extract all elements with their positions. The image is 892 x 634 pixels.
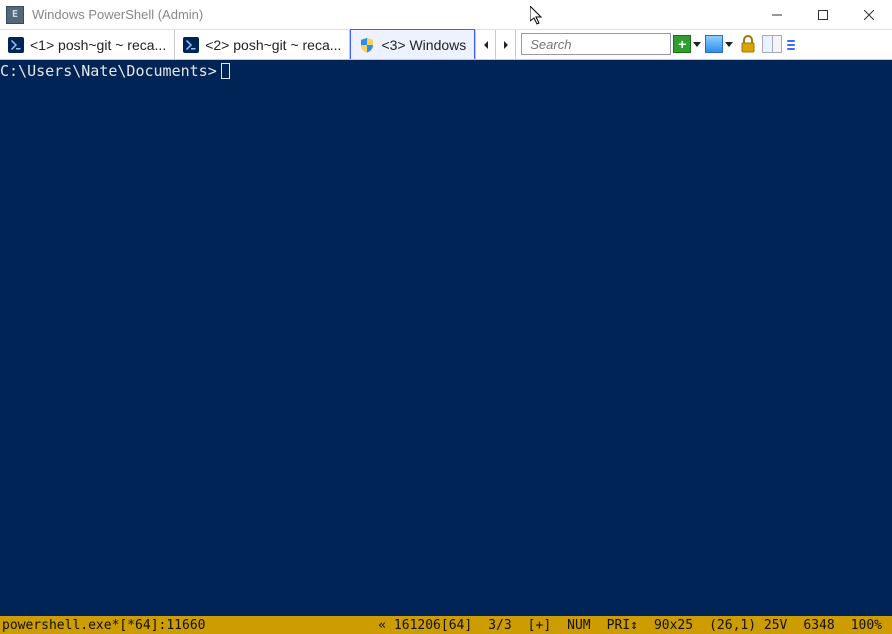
- app-icon: E: [6, 6, 24, 24]
- tab-label: <2> posh~git ~ reca...: [205, 37, 341, 53]
- status-zoom: 100%: [843, 618, 890, 633]
- attach-button[interactable]: [705, 30, 735, 58]
- status-size: 90x25: [646, 618, 701, 633]
- tab-3-active[interactable]: <3> Windows: [350, 29, 475, 59]
- new-tab-button[interactable]: +: [673, 30, 703, 58]
- admin-shield-icon: [359, 37, 375, 53]
- window-title: Windows PowerShell (Admin): [32, 7, 203, 22]
- plus-icon: +: [673, 35, 691, 53]
- maximize-button[interactable]: [800, 0, 846, 30]
- status-plus: [+]: [520, 618, 559, 633]
- chevron-down-icon: [693, 42, 701, 47]
- close-button[interactable]: [846, 0, 892, 30]
- tab-label: <1> posh~git ~ reca...: [30, 37, 166, 53]
- search-input[interactable]: [521, 33, 671, 55]
- status-mem: 6348: [795, 618, 842, 633]
- status-num: NUM: [559, 618, 598, 633]
- lock-icon: [740, 35, 756, 53]
- tab-scroll-left-button[interactable]: [475, 30, 495, 59]
- disk-icon: [705, 35, 723, 53]
- lock-button[interactable]: [737, 30, 759, 58]
- status-build: « 161206[64]: [370, 618, 480, 633]
- tab-label: <3> Windows: [381, 37, 466, 53]
- tab-1[interactable]: <1> posh~git ~ reca...: [0, 30, 175, 59]
- split-view-button[interactable]: [761, 30, 783, 58]
- chevron-down-icon: [725, 42, 733, 47]
- menu-button[interactable]: [783, 30, 797, 59]
- window-titlebar: E Windows PowerShell (Admin): [0, 0, 892, 30]
- status-process: powershell.exe*[*64]:11660: [2, 618, 206, 633]
- status-pri: PRI↕: [599, 618, 646, 633]
- tab-2[interactable]: <2> posh~git ~ reca...: [175, 30, 350, 59]
- tab-scroll-right-button[interactable]: [495, 30, 515, 59]
- minimize-button[interactable]: [754, 0, 800, 30]
- tab-bar: <1> posh~git ~ reca... <2> posh~git ~ re…: [0, 30, 892, 60]
- terminal-cursor: [221, 63, 230, 79]
- terminal-area[interactable]: C:\Users\Nate\Documents>: [0, 60, 892, 616]
- powershell-icon: [183, 37, 199, 53]
- status-cursor: (26,1) 25V: [701, 618, 795, 633]
- powershell-icon: [8, 37, 24, 53]
- status-bar: powershell.exe*[*64]:11660 « 161206[64] …: [0, 616, 892, 634]
- status-index: 3/3: [480, 618, 519, 633]
- prompt-text: C:\Users\Nate\Documents>: [0, 62, 217, 80]
- split-icon: [762, 35, 782, 53]
